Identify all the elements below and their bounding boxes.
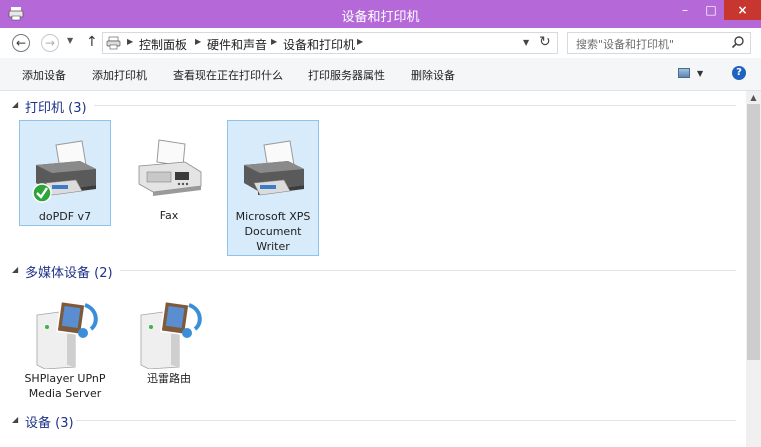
print-server-properties-button[interactable]: 打印服务器属性 bbox=[308, 67, 385, 83]
command-bar: 添加设备 添加打印机 查看现在正在打印什么 打印服务器属性 删除设备 ▼ ? bbox=[0, 58, 761, 91]
address-dropdown-chevron-icon[interactable]: ▼ bbox=[523, 38, 529, 47]
refresh-icon[interactable]: ↻ bbox=[539, 34, 551, 50]
navigation-bar: ← → ▼ ↑ ▶ 控制面板 ▶ 硬件和声音 ▶ 设备和打印机 ▶ ▼ ↻ 搜索… bbox=[0, 28, 761, 58]
window-title: 设备和打印机 bbox=[341, 10, 420, 25]
group-header-devices[interactable]: ◢ 设备 (3) bbox=[12, 412, 736, 431]
device-tile-shplayer[interactable]: SHPlayer UPnP Media Server bbox=[19, 283, 111, 401]
group-title: 设备 (3) bbox=[25, 416, 74, 431]
control-panel-icon bbox=[106, 36, 121, 50]
breadcrumb-separator-icon[interactable]: ▶ bbox=[357, 37, 363, 46]
printer-default-icon bbox=[32, 140, 96, 203]
add-device-button[interactable]: 添加设备 bbox=[22, 67, 66, 83]
back-button[interactable]: ← bbox=[12, 34, 30, 52]
collapse-triangle-icon[interactable]: ◢ bbox=[12, 100, 18, 109]
breadcrumb-separator-icon[interactable]: ▶ bbox=[195, 37, 201, 46]
breadcrumb-control-panel[interactable]: 控制面板 bbox=[139, 36, 187, 53]
device-label: doPDF v7 bbox=[38, 210, 92, 223]
search-placeholder: 搜索"设备和打印机" bbox=[576, 38, 675, 51]
up-button[interactable]: ↑ bbox=[86, 34, 98, 50]
add-printer-button[interactable]: 添加打印机 bbox=[92, 67, 147, 83]
group-divider bbox=[120, 270, 736, 271]
title-bar: 设备和打印机 – □ × bbox=[0, 0, 761, 28]
device-label: Microsoft XPS Document Writer bbox=[235, 210, 311, 253]
view-options-icon[interactable] bbox=[678, 68, 690, 78]
device-tile-xunlei-router[interactable]: 迅雷路由 bbox=[123, 283, 215, 401]
help-button[interactable]: ? bbox=[732, 66, 746, 80]
device-label: SHPlayer UPnP Media Server bbox=[24, 372, 106, 400]
media-server-icon bbox=[140, 300, 202, 369]
minimize-button[interactable]: – bbox=[672, 0, 698, 20]
group-title: 打印机 (3) bbox=[25, 101, 87, 116]
printer-icon bbox=[244, 140, 304, 196]
device-list: ◢ 打印机 (3) doPDF v7 Fax Microsoft XPS Doc… bbox=[0, 91, 746, 447]
group-header-multimedia[interactable]: ◢ 多媒体设备 (2) bbox=[12, 262, 736, 281]
collapse-triangle-icon[interactable]: ◢ bbox=[12, 265, 18, 274]
scroll-up-arrow-icon[interactable]: ▲ bbox=[746, 91, 761, 105]
collapse-triangle-icon[interactable]: ◢ bbox=[12, 415, 18, 424]
forward-button[interactable]: → bbox=[41, 34, 59, 52]
media-server-icon bbox=[36, 300, 98, 369]
group-divider bbox=[76, 420, 736, 421]
device-tile-fax[interactable]: Fax bbox=[123, 120, 215, 226]
device-label: 迅雷路由 bbox=[147, 372, 191, 385]
breadcrumb-separator-icon[interactable]: ▶ bbox=[127, 37, 133, 46]
scrollbar-thumb[interactable] bbox=[747, 104, 760, 360]
fax-icon bbox=[138, 139, 202, 196]
close-button[interactable]: × bbox=[724, 0, 761, 20]
group-header-printers[interactable]: ◢ 打印机 (3) bbox=[12, 97, 736, 116]
address-bar[interactable]: ▶ 控制面板 ▶ 硬件和声音 ▶ 设备和打印机 ▶ ▼ ↻ bbox=[102, 32, 558, 54]
recent-locations-chevron-icon[interactable]: ▼ bbox=[67, 36, 73, 45]
remove-device-button[interactable]: 删除设备 bbox=[411, 67, 455, 83]
breadcrumb-devices-printers[interactable]: 设备和打印机 bbox=[283, 36, 355, 53]
breadcrumb-hardware-sound[interactable]: 硬件和声音 bbox=[207, 36, 267, 53]
group-divider bbox=[94, 105, 736, 106]
see-whats-printing-button[interactable]: 查看现在正在打印什么 bbox=[173, 67, 283, 83]
search-icon[interactable] bbox=[731, 35, 745, 49]
group-title: 多媒体设备 (2) bbox=[25, 266, 113, 281]
view-options-chevron-icon[interactable]: ▼ bbox=[697, 69, 703, 78]
device-tile-dopdf[interactable]: doPDF v7 bbox=[19, 120, 111, 226]
breadcrumb-separator-icon[interactable]: ▶ bbox=[271, 37, 277, 46]
device-label: Fax bbox=[159, 209, 179, 222]
device-tile-xps-writer[interactable]: Microsoft XPS Document Writer bbox=[227, 120, 319, 256]
maximize-button[interactable]: □ bbox=[698, 0, 724, 20]
search-box[interactable]: 搜索"设备和打印机" bbox=[567, 32, 751, 54]
